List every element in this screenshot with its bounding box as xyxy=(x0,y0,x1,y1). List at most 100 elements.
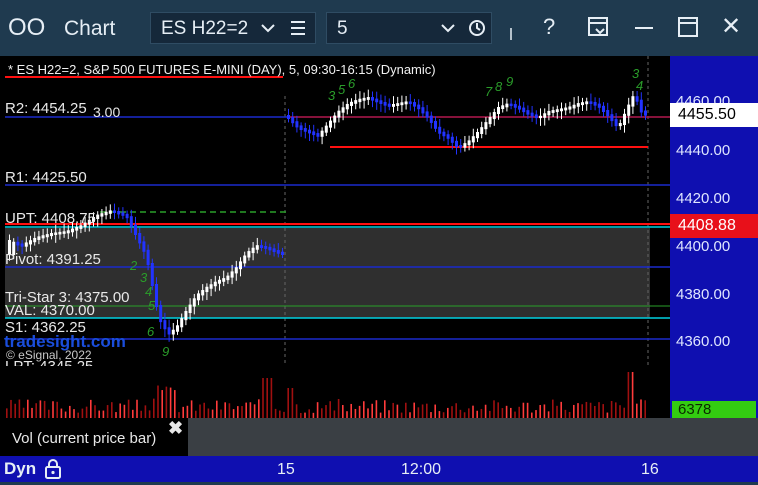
volume-bar xyxy=(468,408,470,418)
candle-body xyxy=(623,113,626,126)
symbol-combo[interactable]: ES H22=2 xyxy=(150,12,316,44)
volume-bar xyxy=(291,388,294,418)
clock-icon[interactable] xyxy=(467,18,487,43)
td-count-digit: 9 xyxy=(162,344,169,359)
candle-body xyxy=(434,120,437,129)
candle-body xyxy=(501,105,505,109)
candle-body xyxy=(488,117,492,125)
volume-bar xyxy=(69,405,71,418)
candle-body xyxy=(329,120,332,128)
candle-body xyxy=(75,226,79,231)
volume-bar xyxy=(245,402,247,418)
volume-bar xyxy=(174,390,176,418)
candle-body xyxy=(408,101,412,105)
chevron-down-icon[interactable] xyxy=(439,15,457,46)
hamburger-menu-icon[interactable] xyxy=(289,17,307,44)
candle-body xyxy=(450,136,454,143)
volume-bar xyxy=(31,407,33,418)
candle-body xyxy=(180,318,184,328)
volume-bar xyxy=(615,402,617,418)
candle-body xyxy=(572,104,576,109)
candle-body xyxy=(234,267,238,274)
candle-body xyxy=(455,140,458,147)
candle-body xyxy=(551,110,555,113)
candle-body xyxy=(518,105,521,110)
td-count-digit: 2 xyxy=(129,258,138,273)
volume-bar xyxy=(111,402,113,418)
level-r2-extra-label: 3.00 xyxy=(93,104,121,120)
volume-panel[interactable] xyxy=(0,366,670,418)
lock-icon[interactable] xyxy=(44,458,62,480)
volume-bar xyxy=(52,401,54,418)
dynamic-mode-label[interactable]: Dyn xyxy=(4,459,36,479)
volume-bar xyxy=(413,402,415,418)
volume-study-label[interactable]: Vol (current price bar) xyxy=(12,430,156,447)
td-count-digit: 9 xyxy=(506,74,513,89)
candle-body xyxy=(379,100,383,104)
volume-bar xyxy=(216,400,218,418)
level-r2-label: R2: 4454.25 xyxy=(5,100,87,117)
candle-body xyxy=(62,231,66,234)
volume-bar xyxy=(329,401,331,418)
volume-bar xyxy=(434,404,436,418)
candle-body xyxy=(308,129,311,134)
volume-bar xyxy=(480,408,483,418)
volume-bar xyxy=(106,405,109,418)
volume-bar xyxy=(388,410,390,418)
candle-body xyxy=(593,101,597,106)
candle-body xyxy=(287,115,290,119)
candle-body xyxy=(602,105,605,112)
help-icon[interactable]: ? xyxy=(543,14,555,40)
volume-bar xyxy=(270,378,273,418)
volume-bar xyxy=(392,402,394,418)
td-count-digit: 3 xyxy=(328,88,336,103)
candle-body xyxy=(463,143,467,148)
volume-bar xyxy=(636,403,638,418)
candle-body xyxy=(581,102,584,106)
layout-icon[interactable] xyxy=(586,15,610,45)
volume-bar xyxy=(119,403,121,418)
volume-bar xyxy=(39,400,42,418)
volume-bar xyxy=(510,407,512,418)
candle-body xyxy=(471,136,475,143)
chart-header: * ES H22=2, S&P 500 FUTURES E-MINI (DAY)… xyxy=(8,62,436,77)
td-count-digit: 6 xyxy=(147,324,155,339)
candle-body xyxy=(358,98,362,103)
chevron-down-icon[interactable] xyxy=(259,15,277,46)
candle-body xyxy=(476,132,479,139)
candle-body xyxy=(362,97,366,101)
candle-body xyxy=(167,327,171,335)
volume-bar xyxy=(631,372,634,418)
volume-bar xyxy=(127,399,130,418)
td-count-digit: 6 xyxy=(348,76,356,91)
candle-body xyxy=(37,236,41,240)
candle-body xyxy=(50,233,53,237)
price-chart[interactable]: 23456978935634 * ES H22=2, S&P 500 FUTUR… xyxy=(0,56,670,418)
volume-bar xyxy=(493,400,495,418)
volume-bar xyxy=(447,407,449,418)
volume-bar xyxy=(18,399,21,418)
maximize-icon[interactable] xyxy=(676,15,700,45)
minimize-icon[interactable] xyxy=(632,15,656,45)
interval-combo[interactable]: 5 xyxy=(326,12,492,44)
volume-bar xyxy=(279,410,281,418)
remove-study-icon[interactable]: ✖ xyxy=(168,418,183,439)
candle-body xyxy=(589,101,593,104)
volume-bar xyxy=(182,406,184,418)
volume-bar xyxy=(497,402,499,418)
td-count-digit: 8 xyxy=(495,79,503,94)
candle-body xyxy=(16,241,20,246)
window-title: Chart xyxy=(64,17,116,40)
candle-body xyxy=(272,248,276,253)
candle-body xyxy=(150,263,154,286)
volume-bar xyxy=(48,409,50,418)
td-count-digit: 7 xyxy=(485,84,493,99)
volume-bar xyxy=(476,410,478,418)
volume-bar xyxy=(581,404,583,418)
volume-bar xyxy=(543,404,546,418)
close-icon[interactable]: ✕ xyxy=(721,12,741,41)
candle-body xyxy=(239,261,242,270)
volume-bar xyxy=(140,410,142,418)
volume-bar xyxy=(577,403,579,418)
candle-body xyxy=(255,245,259,250)
